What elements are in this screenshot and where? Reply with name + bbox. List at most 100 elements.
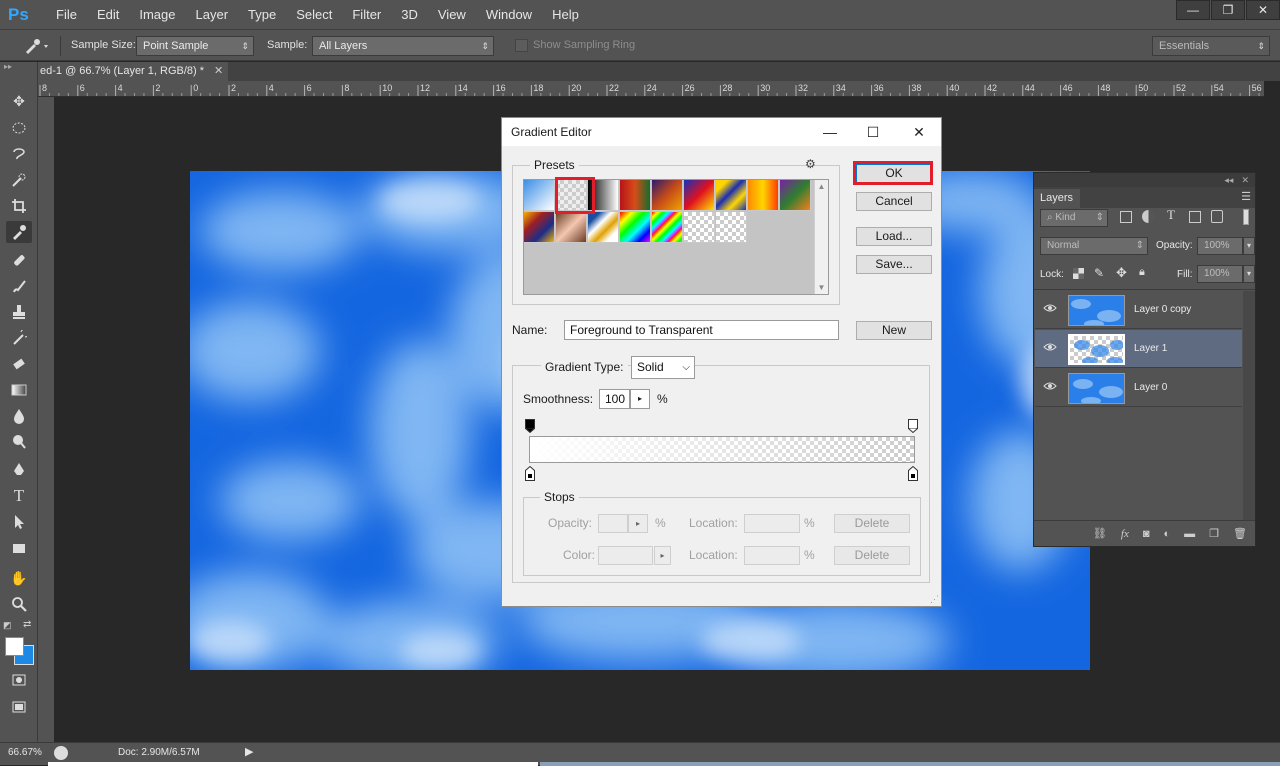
delete-color-stop-button[interactable]: Delete <box>834 546 910 565</box>
lock-all-icon[interactable]: 🔒︎ <box>1139 266 1145 279</box>
layer-row-layer-0-copy[interactable]: Layer 0 copy <box>1035 291 1242 329</box>
default-colors-icon[interactable]: ◩ <box>3 620 12 631</box>
delete-opacity-stop-button[interactable]: Delete <box>834 514 910 533</box>
preset-swatch[interactable] <box>652 212 683 243</box>
rectangle-tool-icon[interactable] <box>6 537 32 559</box>
filter-type-icon[interactable]: T <box>1167 207 1175 223</box>
trash-icon[interactable]: 🗑︎ <box>1233 527 1247 540</box>
preset-swatch[interactable] <box>684 212 715 243</box>
gradient-tool-icon[interactable] <box>6 379 32 401</box>
tab-layers[interactable]: Layers <box>1034 189 1080 208</box>
preset-swatch[interactable] <box>588 212 619 243</box>
filter-toggle-icon[interactable] <box>1243 209 1249 225</box>
move-tool-icon[interactable]: ✥ <box>6 90 32 112</box>
dialog-minimize-icon[interactable]: — <box>818 122 842 142</box>
save-button[interactable]: Save... <box>856 255 932 274</box>
filter-pixel-icon[interactable] <box>1120 211 1132 223</box>
menu-file[interactable]: File <box>46 0 87 29</box>
scroll-down-icon[interactable]: ▼ <box>815 283 828 292</box>
quick-selection-tool-icon[interactable] <box>6 169 32 191</box>
preset-swatch[interactable] <box>716 212 747 243</box>
load-button[interactable]: Load... <box>856 227 932 246</box>
type-tool-icon[interactable]: T <box>6 485 32 507</box>
preset-swatch[interactable] <box>620 180 651 211</box>
dialog-maximize-icon[interactable]: ☐ <box>861 122 885 142</box>
preset-swatch[interactable] <box>524 212 555 243</box>
menu-3d[interactable]: 3D <box>391 0 428 29</box>
menu-layer[interactable]: Layer <box>186 0 239 29</box>
visibility-eye-icon[interactable] <box>1043 381 1057 393</box>
color-stop-right-icon[interactable] <box>908 465 918 481</box>
fill-input[interactable]: 100% <box>1197 265 1243 283</box>
preset-swatch[interactable] <box>524 180 555 211</box>
quick-mask-icon[interactable] <box>6 669 32 691</box>
path-selection-tool-icon[interactable] <box>6 511 32 533</box>
lock-pixels-icon[interactable]: ✎ <box>1094 266 1104 280</box>
cancel-button[interactable]: Cancel <box>856 192 932 211</box>
menu-filter[interactable]: Filter <box>342 0 391 29</box>
smoothness-arrow-icon[interactable]: ▸ <box>630 389 650 409</box>
document-tab[interactable]: ed-1 @ 66.7% (Layer 1, RGB/8) * ✕ <box>38 62 228 81</box>
sample-select[interactable]: All Layers ⇕ <box>312 36 494 56</box>
resize-grip-icon[interactable]: ⋰ <box>930 594 939 605</box>
preset-swatch[interactable] <box>556 212 587 243</box>
close-window-button[interactable]: ✕ <box>1246 0 1280 20</box>
preset-swatch[interactable] <box>620 212 651 243</box>
status-menu-arrow-icon[interactable]: ▶ <box>245 745 253 758</box>
mask-icon[interactable]: ◙ <box>1143 528 1150 540</box>
layer-row-layer-0[interactable]: Layer 0 <box>1035 369 1242 407</box>
eraser-tool-icon[interactable] <box>6 353 32 375</box>
collapse-icon[interactable]: ▸▸ <box>4 62 34 72</box>
visibility-eye-icon[interactable] <box>1043 342 1057 354</box>
lasso-tool-icon[interactable] <box>6 143 32 165</box>
workspace-select[interactable]: Essentials ⇕ <box>1152 36 1270 56</box>
panel-menu-icon[interactable]: ☰ <box>1241 190 1251 203</box>
new-button[interactable]: New <box>856 321 932 340</box>
preset-swatch[interactable] <box>684 180 715 211</box>
gradient-name-input[interactable]: Foreground to Transparent <box>564 320 839 340</box>
close-panel-icon[interactable]: ✕ <box>1241 175 1249 185</box>
zoom-level[interactable]: 66.67% <box>8 747 42 758</box>
scroll-up-icon[interactable]: ▲ <box>815 182 828 191</box>
hand-tool-icon[interactable]: ✋ <box>6 567 32 589</box>
history-brush-tool-icon[interactable] <box>6 327 32 349</box>
menu-window[interactable]: Window <box>476 0 542 29</box>
preset-swatch[interactable] <box>780 180 811 211</box>
preset-swatch[interactable] <box>716 180 747 211</box>
marquee-tool-icon[interactable] <box>6 117 32 139</box>
opacity-dropdown-icon[interactable]: ▾ <box>1243 237 1255 255</box>
layers-scrollbar[interactable] <box>1243 291 1255 521</box>
share-icon[interactable] <box>54 746 68 760</box>
smoothness-input[interactable]: 100 <box>599 389 630 409</box>
sample-size-select[interactable]: Point Sample ⇕ <box>136 36 254 56</box>
fill-dropdown-icon[interactable]: ▾ <box>1243 265 1255 283</box>
crop-tool-icon[interactable] <box>6 195 32 217</box>
lock-transparent-icon[interactable] <box>1073 268 1084 279</box>
close-tab-icon[interactable]: ✕ <box>214 62 223 81</box>
eyedropper-tool-preset-icon[interactable] <box>22 37 50 55</box>
new-layer-icon[interactable]: ❐ <box>1209 527 1219 540</box>
pen-tool-icon[interactable] <box>6 459 32 481</box>
preset-swatch[interactable] <box>748 180 779 211</box>
menu-edit[interactable]: Edit <box>87 0 129 29</box>
opacity-stop-left-icon[interactable] <box>525 419 535 434</box>
opacity-input[interactable]: 100% <box>1197 237 1243 255</box>
healing-brush-tool-icon[interactable] <box>6 249 32 271</box>
adjustment-icon[interactable]: ◐ <box>1164 528 1171 540</box>
visibility-eye-icon[interactable] <box>1043 303 1057 315</box>
opacity-stop-right-icon[interactable] <box>908 419 918 434</box>
menu-view[interactable]: View <box>428 0 476 29</box>
blend-mode-select[interactable]: Normal ⇕ <box>1040 237 1148 255</box>
brush-tool-icon[interactable] <box>6 275 32 297</box>
swap-colors-icon[interactable]: ⇄ <box>23 619 31 630</box>
preset-swatch[interactable] <box>652 180 683 211</box>
filter-adjustment-icon[interactable] <box>1142 210 1155 223</box>
filter-smart-object-icon[interactable] <box>1211 210 1223 223</box>
fx-icon[interactable]: fx <box>1121 528 1129 540</box>
gradient-type-select[interactable]: Solid ⌵ <box>631 356 695 379</box>
dialog-close-icon[interactable]: ✕ <box>907 122 931 142</box>
filter-kind-select[interactable]: ⌕ Kind ⇕ <box>1040 209 1108 227</box>
layer-row-layer-1[interactable]: Layer 1 <box>1035 330 1242 368</box>
gradient-preview-bar[interactable] <box>529 436 915 463</box>
zoom-tool-icon[interactable] <box>6 593 32 615</box>
